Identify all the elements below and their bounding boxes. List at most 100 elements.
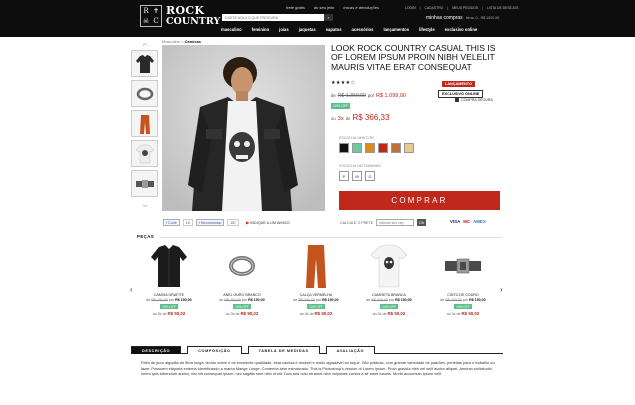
lock-icon bbox=[455, 98, 459, 102]
search-icon[interactable]: ⌕ bbox=[324, 14, 333, 21]
pieces-title: PEÇAS bbox=[137, 234, 155, 239]
mastercard-icon: MC bbox=[463, 219, 471, 224]
breadcrumb: Masculino > Camisas bbox=[162, 39, 202, 44]
nav-joias[interactable]: joias bbox=[279, 27, 289, 32]
divider bbox=[160, 237, 502, 238]
piece-name[interactable]: ANEL OURO BRANCO bbox=[214, 293, 270, 297]
logo-text-country: COUNTRY bbox=[166, 15, 221, 27]
piece-image-tshirt[interactable] bbox=[369, 243, 409, 289]
visa-icon: VISA bbox=[450, 219, 461, 224]
carousel-next-icon[interactable]: › bbox=[500, 285, 503, 294]
main-nav: masculino feminino joias jaquetas sapato… bbox=[221, 27, 477, 32]
link-trocas[interactable]: trocas e devoluções bbox=[343, 5, 379, 10]
piece-name[interactable]: CINTO DE COURO bbox=[435, 293, 491, 297]
cart-detail: Itens: 0 - R$ 1000,00 bbox=[465, 16, 500, 20]
payment-cards: VISA MC AMEX bbox=[450, 219, 486, 224]
size-options: P M G bbox=[339, 171, 375, 181]
cart[interactable]: minhas compras Itens: 0 - R$ 1000,00 bbox=[426, 15, 499, 21]
piece-image-pants[interactable] bbox=[296, 243, 336, 289]
discount-badge: 10% OFF bbox=[160, 304, 178, 309]
link-frete[interactable]: frete grátis bbox=[286, 5, 305, 10]
piece-image-ring[interactable] bbox=[222, 243, 262, 289]
nav-feminino[interactable]: feminino bbox=[252, 27, 269, 32]
discount-badge: 10% OFF bbox=[233, 304, 251, 309]
nav-lifestyle[interactable]: lifestyle bbox=[419, 27, 435, 32]
installment: ou 3x de R$ 366,33 bbox=[331, 113, 390, 122]
freight-ok-button[interactable]: OK bbox=[417, 219, 427, 226]
freight-calculator: CALCULE O FRETE OK bbox=[340, 219, 427, 226]
link-seu-jeito[interactable]: do seu jeito bbox=[314, 5, 334, 10]
account-links: LOGIN | CADASTRO | MEUS PEDIDOS | LISTA … bbox=[405, 6, 519, 10]
logo[interactable]: R ✝ ☠ C ROCK COUNTRY bbox=[140, 5, 220, 27]
secure-purchase: COMPRA SEGURA bbox=[455, 98, 493, 102]
color-swatch-sand[interactable] bbox=[404, 143, 414, 153]
wishlist-link[interactable]: LISTA DE DESEJOS bbox=[487, 6, 518, 10]
thumbnail-jacket[interactable] bbox=[131, 50, 158, 77]
color-swatches bbox=[339, 143, 414, 153]
carousel-prev-icon[interactable]: ‹ bbox=[130, 285, 133, 294]
arrow-icon: ▶ bbox=[246, 221, 250, 225]
size-label: ESCOLHA UM TAMANHO bbox=[339, 164, 382, 168]
freight-label: CALCULE O FRETE bbox=[340, 220, 374, 225]
color-swatch-green[interactable] bbox=[352, 143, 362, 153]
nav-acessorios[interactable]: acessórios bbox=[352, 27, 374, 32]
like-count: 15 bbox=[182, 219, 193, 226]
orders-link[interactable]: MEUS PEDIDOS bbox=[452, 6, 478, 10]
color-swatch-red[interactable] bbox=[378, 143, 388, 153]
nav-exclusivo[interactable]: exclusivo online bbox=[445, 27, 478, 32]
breadcrumb-current: Camisas bbox=[184, 39, 202, 44]
launch-badge: LANÇAMENTO bbox=[442, 81, 475, 87]
breadcrumb-parent[interactable]: Masculino bbox=[162, 39, 180, 44]
price-block: de R$ 1.360,00 por R$ 1.099,00 bbox=[331, 93, 406, 99]
size-m[interactable]: M bbox=[352, 171, 362, 181]
tab-avaliacao[interactable]: AVALIAÇÃO bbox=[325, 346, 376, 354]
product-main-image[interactable] bbox=[162, 45, 325, 211]
piece-card[interactable]: CAMISETA BRANCA de R$ 200,00 por R$ 150,… bbox=[361, 243, 417, 316]
search-input[interactable] bbox=[222, 14, 324, 21]
piece-name[interactable]: CALÇA VERMELHA bbox=[288, 293, 344, 297]
tab-composicao[interactable]: COMPOSIÇÃO bbox=[187, 346, 242, 354]
piece-image-belt[interactable] bbox=[443, 243, 483, 289]
discount-badge: 10% OFF bbox=[307, 304, 325, 309]
color-swatch-orange[interactable] bbox=[365, 143, 375, 153]
color-swatch-black[interactable] bbox=[339, 143, 349, 153]
product-tabs: DESCRIÇÃO COMPOSIÇÃO TABELA DE MEDIDAS A… bbox=[131, 346, 503, 354]
site-header: R ✝ ☠ C ROCK COUNTRY frete grátis do seu je… bbox=[0, 0, 635, 37]
recommend-count: 157 bbox=[227, 219, 240, 226]
facebook-recommend-button[interactable]: f Recomendar bbox=[195, 219, 225, 226]
thumbnail-tshirt[interactable] bbox=[131, 140, 158, 167]
nav-jaquetas[interactable]: jaquetas bbox=[299, 27, 316, 32]
size-g[interactable]: G bbox=[365, 171, 375, 181]
cep-input[interactable] bbox=[376, 219, 415, 226]
nav-masculino[interactable]: masculino bbox=[221, 27, 242, 32]
piece-name[interactable]: CAMISETA BRANCA bbox=[361, 293, 417, 297]
cadastro-link[interactable]: CADASTRO bbox=[424, 6, 443, 10]
tab-descricao[interactable]: DESCRIÇÃO bbox=[131, 346, 182, 354]
piece-image-shirt[interactable] bbox=[149, 243, 189, 289]
piece-card[interactable]: CALÇA VERMELHA de R$ 200,00 por R$ 150,0… bbox=[288, 243, 344, 316]
thumbs-up-arrow-icon[interactable]: ︿ bbox=[141, 42, 149, 47]
color-swatch-brown[interactable] bbox=[391, 143, 401, 153]
discount-badge: 10% OFF bbox=[454, 304, 472, 309]
thumbnail-pants[interactable] bbox=[131, 110, 158, 137]
tab-tabela-medidas[interactable]: TABELA DE MEDIDAS bbox=[247, 346, 320, 354]
rating-stars[interactable]: ★★★★☆ bbox=[331, 80, 355, 86]
piece-card[interactable]: CINTO DE COURO de R$ 200,00 por R$ 150,0… bbox=[435, 243, 491, 316]
thumbs-down-arrow-icon[interactable]: ﹀ bbox=[141, 206, 149, 211]
thumbnail-ring[interactable] bbox=[131, 80, 158, 107]
login-link[interactable]: LOGIN bbox=[405, 6, 416, 10]
buy-button[interactable]: COMPRAR bbox=[339, 191, 500, 210]
thumbnail-list bbox=[131, 50, 158, 200]
new-price: R$ 1.099,00 bbox=[376, 93, 406, 99]
thumbnail-belt[interactable] bbox=[131, 170, 158, 197]
piece-name[interactable]: CAMISA GRAFITE bbox=[141, 293, 197, 297]
nav-sapatos[interactable]: sapatos bbox=[326, 27, 342, 32]
cart-label: minhas compras bbox=[426, 15, 463, 21]
piece-card[interactable]: CAMISA GRAFITE de R$ 200,00 por R$ 150,0… bbox=[141, 243, 197, 316]
size-p[interactable]: P bbox=[339, 171, 349, 181]
piece-card[interactable]: ANEL OURO BRANCO de R$ 200,00 por R$ 150… bbox=[214, 243, 270, 316]
share-friend-link[interactable]: ▶ INDIQUE A UM AMIGO bbox=[246, 220, 289, 225]
nav-lancamentos[interactable]: lançamentos bbox=[383, 27, 409, 32]
facebook-like-button[interactable]: f Curtir bbox=[163, 219, 180, 226]
logo-emblem-icon: R ✝ ☠ C bbox=[140, 5, 162, 27]
